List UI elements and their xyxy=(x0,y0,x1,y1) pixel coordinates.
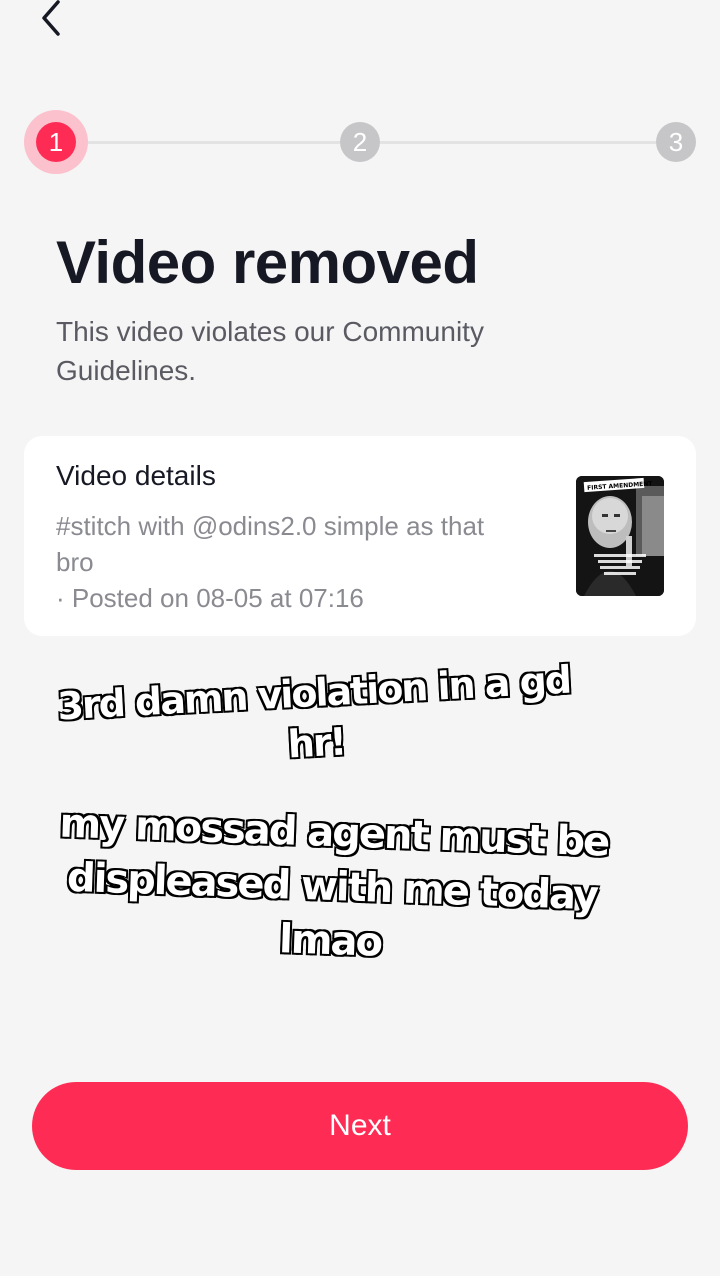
overlay-caption-bottom: my mossad agent must be displeased with … xyxy=(0,793,695,980)
page-title: Video removed xyxy=(56,229,479,296)
overlay-caption-top: 3rd damn violation in a gd hr! xyxy=(0,649,677,787)
progress-stepper: 1 2 3 xyxy=(0,110,720,174)
video-description: #stitch with @odins2.0 simple as that br… xyxy=(56,511,485,577)
chevron-left-icon xyxy=(36,0,64,43)
video-details-card[interactable]: Video details #stitch with @odins2.0 sim… xyxy=(24,436,696,636)
step-2: 2 xyxy=(340,122,380,162)
stepper-connector xyxy=(88,141,340,144)
step-1: 1 xyxy=(36,122,76,162)
posted-date: · Posted on 08-05 at 07:16 xyxy=(56,583,364,613)
video-thumbnail[interactable]: FIRST AMENDMENT xyxy=(576,476,664,596)
step-3: 3 xyxy=(656,122,696,162)
page-subtitle: This video violates our Community Guidel… xyxy=(56,316,484,386)
video-removed-screen: 1 2 3 Video removed This video violates … xyxy=(0,0,720,1276)
back-button[interactable] xyxy=(26,0,74,40)
card-title: Video details xyxy=(56,460,216,491)
stepper-connector xyxy=(380,141,656,144)
next-button[interactable]: Next xyxy=(32,1082,688,1170)
